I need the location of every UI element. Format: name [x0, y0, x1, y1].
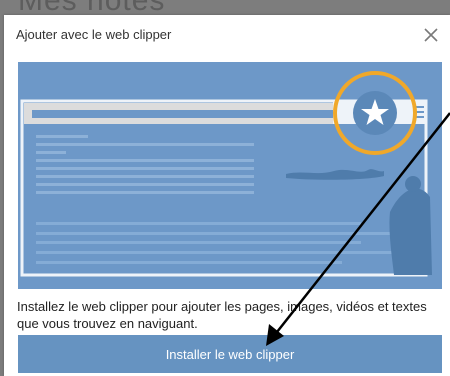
web-clipper-dialog: Ajouter avec le web clipper Installez le…: [4, 15, 450, 376]
web-clipper-illustration: [18, 62, 442, 289]
dialog-description: Installez le web clipper pour ajouter le…: [17, 299, 427, 331]
close-icon[interactable]: [418, 22, 444, 48]
dialog-header: Ajouter avec le web clipper: [4, 15, 450, 55]
dialog-title: Ajouter avec le web clipper: [16, 27, 172, 42]
install-web-clipper-button[interactable]: Installer le web clipper: [18, 335, 442, 373]
